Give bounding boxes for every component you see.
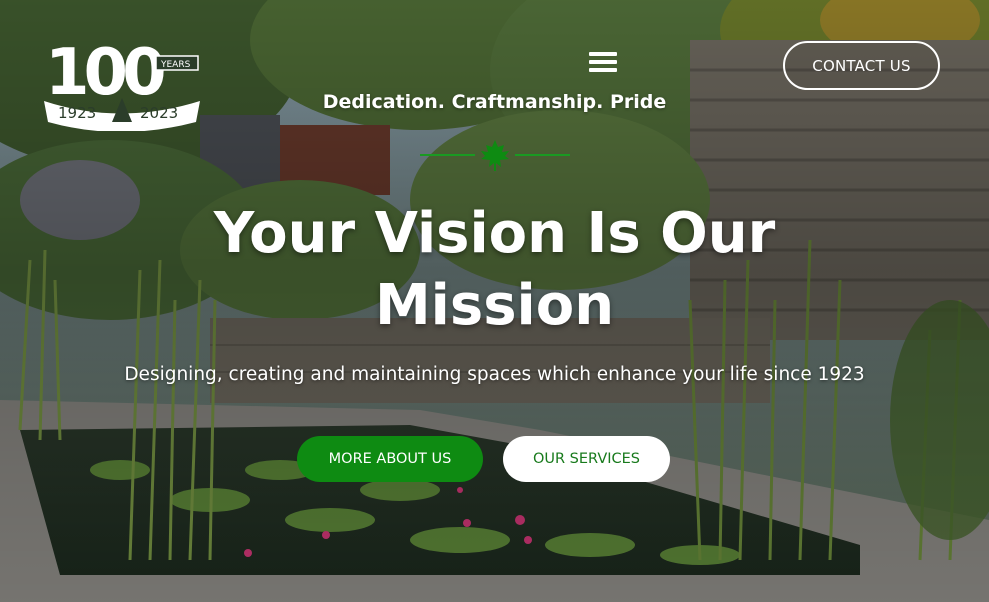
tagline: Dedication. Craftmanship. Pride xyxy=(322,91,667,113)
hamburger-menu-icon[interactable] xyxy=(589,52,617,80)
our-services-button[interactable]: OUR SERVICES xyxy=(503,436,670,482)
headline-line-1: Your Vision Is Our xyxy=(213,201,776,266)
menu-bar xyxy=(589,52,617,56)
headline-line-2: Mission xyxy=(374,273,615,338)
hero-subtitle: Designing, creating and maintaining spac… xyxy=(124,364,865,385)
contact-us-button[interactable]: CONTACT US xyxy=(783,41,940,90)
maple-leaf-icon xyxy=(481,140,509,171)
hero-headline: Your Vision Is Our Mission xyxy=(0,198,989,342)
menu-bar xyxy=(589,68,617,72)
logo-years-label: YEARS xyxy=(160,60,191,70)
menu-bar xyxy=(589,60,617,64)
100-years-logo[interactable]: 100 YEARS 1923 2023 xyxy=(40,26,205,131)
leaf-divider xyxy=(420,140,570,171)
more-about-us-button[interactable]: MORE ABOUT US xyxy=(297,436,483,482)
